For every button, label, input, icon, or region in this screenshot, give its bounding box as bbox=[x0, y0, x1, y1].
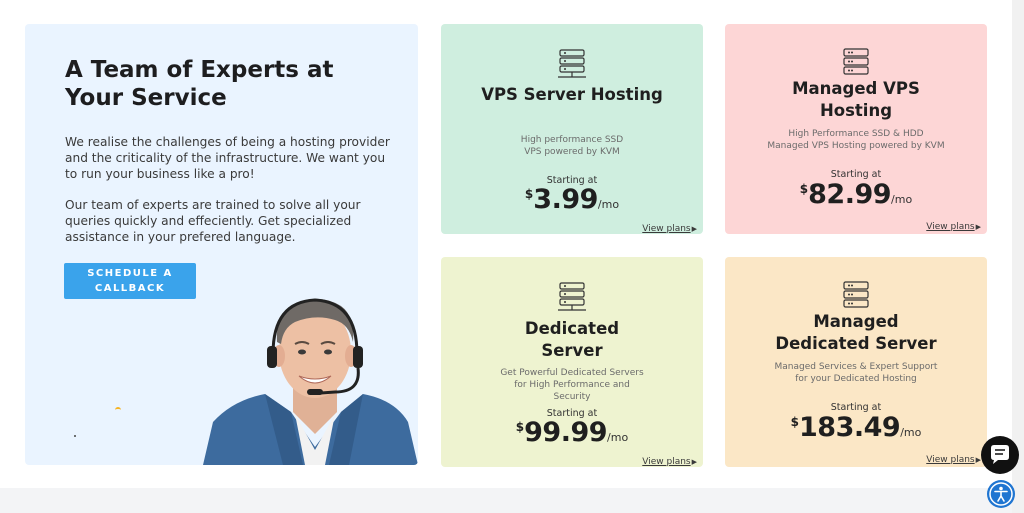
server-icon bbox=[558, 282, 586, 311]
card-description: High Performance SSD & HDD Managed VPS H… bbox=[767, 129, 945, 151]
view-plans-label: View plans bbox=[926, 222, 975, 232]
price-currency: $ bbox=[524, 187, 534, 201]
chat-button[interactable] bbox=[981, 436, 1019, 474]
experts-title: A Team of Experts at Your Service bbox=[65, 57, 334, 111]
card-description: Get Powerful Dedicated Servers for High … bbox=[500, 368, 644, 402]
caret-right-icon: ▶ bbox=[975, 223, 981, 231]
card-price: $3.99/mo bbox=[441, 184, 703, 215]
schedule-callback-button[interactable]: SCHEDULE A CALLBACK bbox=[64, 263, 196, 299]
view-plans-link[interactable]: View plans▶ bbox=[926, 455, 981, 465]
managed-dedicated-server-card[interactable]: Managed Dedicated Server Managed Service… bbox=[725, 257, 987, 467]
price-amount: 3.99 bbox=[533, 184, 598, 215]
price-amount: 183.49 bbox=[799, 412, 901, 443]
price-currency: $ bbox=[799, 182, 809, 196]
experts-paragraph-1: We realise the challenges of being a hos… bbox=[65, 135, 390, 181]
card-title: Managed Dedicated Server bbox=[775, 312, 937, 353]
card-description: Managed Services & Expert Support for yo… bbox=[774, 362, 938, 384]
accessibility-button[interactable] bbox=[987, 480, 1015, 508]
card-price: $183.49/mo bbox=[725, 412, 987, 443]
view-plans-link[interactable]: View plans▶ bbox=[642, 224, 697, 234]
card-price: $99.99/mo bbox=[441, 417, 703, 448]
view-plans-link[interactable]: View plans▶ bbox=[926, 222, 981, 232]
view-plans-label: View plans bbox=[642, 224, 691, 234]
dedicated-server-card[interactable]: Dedicated Server Get Powerful Dedicated … bbox=[441, 257, 703, 467]
support-agent-photo bbox=[203, 298, 418, 465]
experts-panel: A Team of Experts at Your Service We rea… bbox=[25, 24, 418, 465]
chat-bubble-icon bbox=[991, 445, 1009, 464]
card-description: High performance SSD VPS powered by KVM bbox=[520, 135, 624, 157]
price-period: /mo bbox=[900, 426, 922, 439]
schedule-callback-label-line-2: CALLBACK bbox=[94, 283, 166, 294]
view-plans-label: View plans bbox=[642, 457, 691, 467]
page-footer-band bbox=[0, 488, 1024, 513]
card-title: Dedicated Server bbox=[524, 319, 620, 360]
card-title: Managed VPS Hosting bbox=[792, 79, 920, 120]
server-stack-icon bbox=[843, 48, 869, 75]
vps-server-hosting-card[interactable]: VPS Server Hosting High performance SSD … bbox=[441, 24, 703, 234]
price-amount: 82.99 bbox=[808, 179, 892, 210]
server-stack-icon bbox=[843, 281, 869, 308]
price-amount: 99.99 bbox=[524, 417, 608, 448]
managed-vps-hosting-card[interactable]: Managed VPS Hosting High Performance SSD… bbox=[725, 24, 987, 234]
server-icon bbox=[558, 49, 586, 78]
caret-right-icon: ▶ bbox=[691, 458, 697, 466]
decorative-arc bbox=[115, 407, 121, 413]
price-period: /mo bbox=[607, 431, 629, 444]
price-currency: $ bbox=[790, 415, 799, 429]
card-price: $82.99/mo bbox=[725, 179, 987, 210]
experts-paragraph-2: Our team of experts are trained to solve… bbox=[65, 198, 361, 244]
price-period: /mo bbox=[597, 198, 620, 211]
view-plans-label: View plans bbox=[926, 455, 975, 465]
card-title: VPS Server Hosting bbox=[481, 85, 663, 104]
view-plans-link[interactable]: View plans▶ bbox=[642, 457, 697, 467]
accessibility-icon bbox=[989, 482, 1013, 506]
price-currency: $ bbox=[515, 420, 525, 434]
decorative-dot bbox=[74, 435, 76, 437]
price-period: /mo bbox=[891, 193, 913, 206]
schedule-callback-label-line-1: SCHEDULE A bbox=[87, 268, 173, 279]
caret-right-icon: ▶ bbox=[691, 225, 697, 233]
